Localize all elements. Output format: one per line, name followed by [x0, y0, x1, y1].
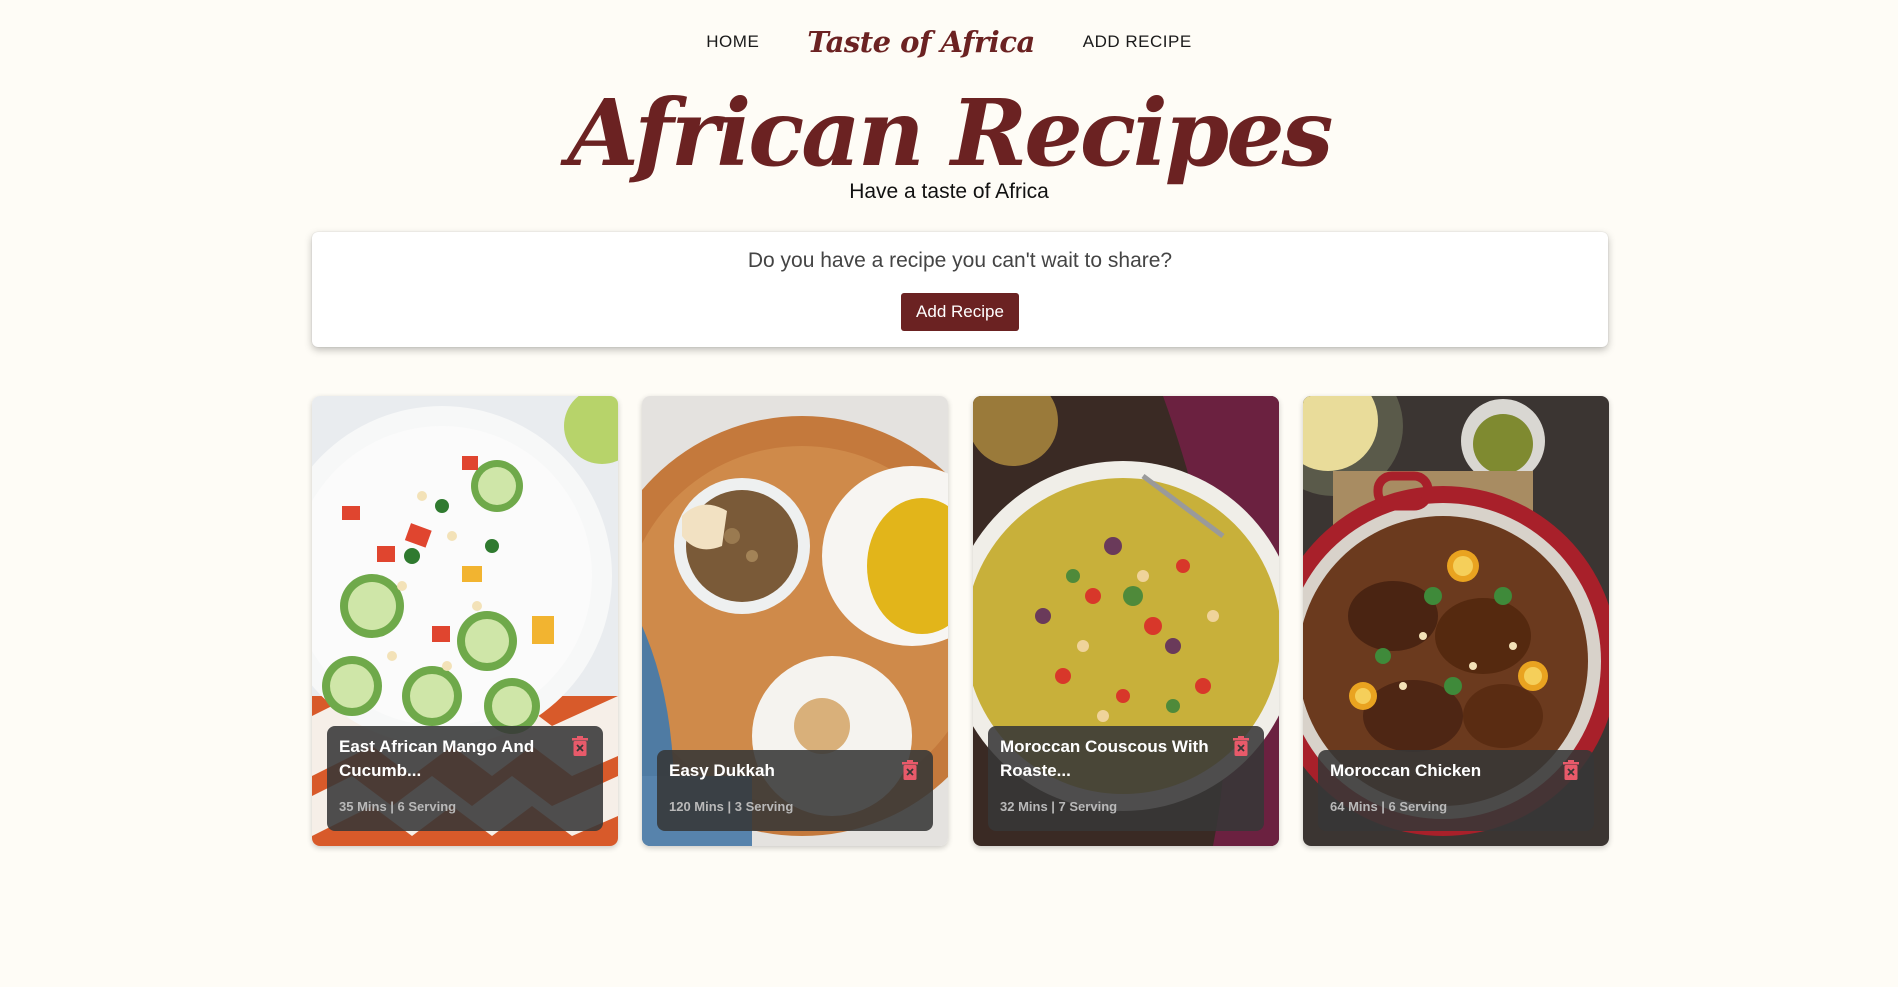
trash-icon[interactable] — [1233, 736, 1249, 756]
recipe-meta: 64 Mins | 6 Serving — [1330, 799, 1448, 814]
nav-home-link[interactable]: HOME — [706, 32, 759, 52]
recipe-card[interactable]: East African Mango And Cucumb... 35 Mins… — [312, 396, 618, 846]
recipe-card[interactable]: Easy Dukkah 120 Mins | 3 Serving — [642, 396, 948, 846]
add-recipe-button[interactable]: Add Recipe — [901, 293, 1019, 331]
recipe-meta: 32 Mins | 7 Serving — [1000, 799, 1118, 814]
hero-title: African Recipes — [567, 79, 1334, 187]
recipe-card[interactable]: Moroccan Couscous With Roaste... 32 Mins… — [973, 396, 1279, 846]
recipe-overlay: Moroccan Couscous With Roaste... 32 Mins… — [988, 726, 1264, 831]
recipe-title: Easy Dukkah — [669, 761, 775, 780]
recipe-overlay: East African Mango And Cucumb... 35 Mins… — [327, 726, 603, 831]
share-recipe-card: Do you have a recipe you can't wait to s… — [312, 232, 1608, 347]
site-logo[interactable]: Taste of Africa — [807, 25, 1035, 59]
trash-icon[interactable] — [572, 736, 588, 756]
recipe-grid: East African Mango And Cucumb... 35 Mins… — [312, 396, 1609, 846]
recipe-title: Moroccan Couscous With Roaste... — [1000, 737, 1209, 780]
recipe-meta: 35 Mins | 6 Serving — [339, 799, 457, 814]
trash-icon[interactable] — [902, 760, 918, 780]
recipe-card[interactable]: Moroccan Chicken 64 Mins | 6 Serving — [1303, 396, 1609, 846]
trash-icon[interactable] — [1563, 760, 1579, 780]
recipe-title: East African Mango And Cucumb... — [339, 737, 535, 780]
recipe-overlay: Moroccan Chicken 64 Mins | 6 Serving — [1318, 750, 1594, 831]
hero-subtitle: Have a taste of Africa — [849, 180, 1049, 203]
recipe-overlay: Easy Dukkah 120 Mins | 3 Serving — [657, 750, 933, 831]
top-nav: HOME Taste of Africa ADD RECIPE — [0, 22, 1898, 62]
nav-add-recipe-link[interactable]: ADD RECIPE — [1083, 32, 1192, 52]
recipe-meta: 120 Mins | 3 Serving — [669, 799, 794, 814]
recipe-title: Moroccan Chicken — [1330, 761, 1482, 780]
share-question: Do you have a recipe you can't wait to s… — [747, 249, 1173, 272]
